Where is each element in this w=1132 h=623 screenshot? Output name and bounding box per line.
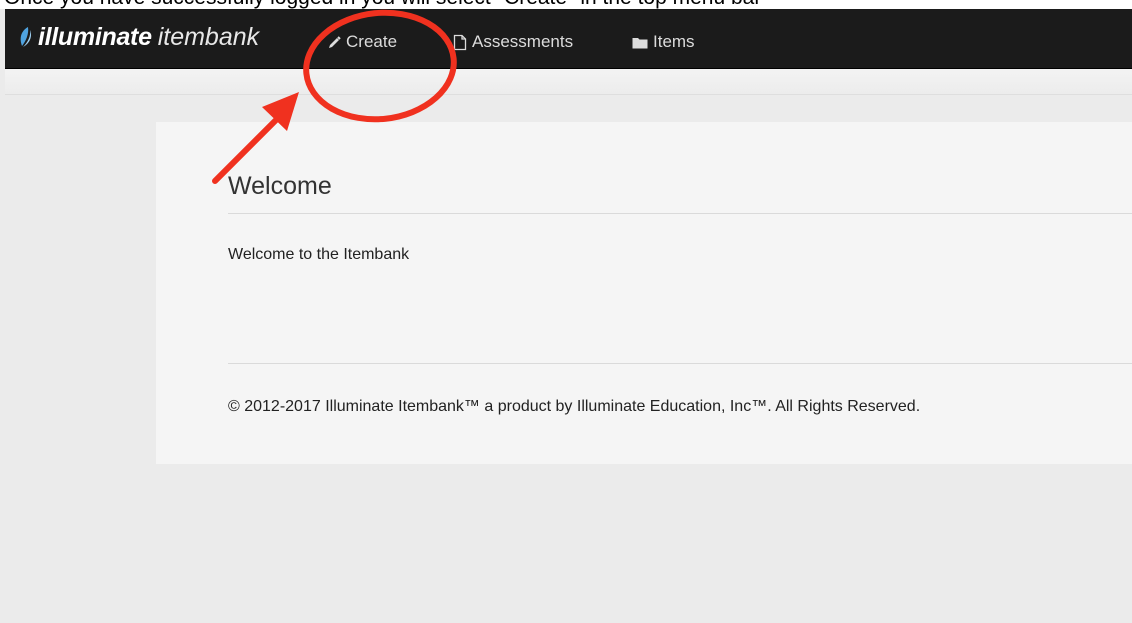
nav-items-label: Items (653, 32, 695, 51)
sub-navbar (5, 69, 1132, 95)
copyright-footer: © 2012-2017 Illuminate Itembank™ a produ… (228, 398, 921, 415)
pencil-icon (328, 35, 341, 49)
brand-name-bold: illuminate (38, 22, 152, 51)
welcome-message: Welcome to the Itembank (228, 246, 410, 263)
top-navbar: illuminate itembank Create Assessments I… (5, 9, 1132, 69)
nav-items[interactable]: Items (632, 31, 695, 53)
footer-divider (228, 363, 1132, 364)
nav-assessments-label: Assessments (472, 32, 574, 51)
brand-leaf-icon (20, 27, 32, 47)
brand-logo[interactable]: illuminate itembank (17, 23, 259, 51)
welcome-panel: Welcome Welcome to the Itembank © 2012-2… (156, 122, 1132, 464)
title-divider (228, 213, 1132, 214)
document-icon (453, 34, 467, 51)
tutorial-caption: Once you have successfully logged in you… (0, 0, 1132, 9)
page-title: Welcome (228, 172, 332, 200)
nav-create-label: Create (346, 32, 398, 51)
folder-icon (632, 36, 648, 49)
nav-assessments[interactable]: Assessments (453, 31, 573, 53)
nav-create[interactable]: Create (328, 31, 397, 53)
brand-name-light: itembank (157, 22, 260, 51)
